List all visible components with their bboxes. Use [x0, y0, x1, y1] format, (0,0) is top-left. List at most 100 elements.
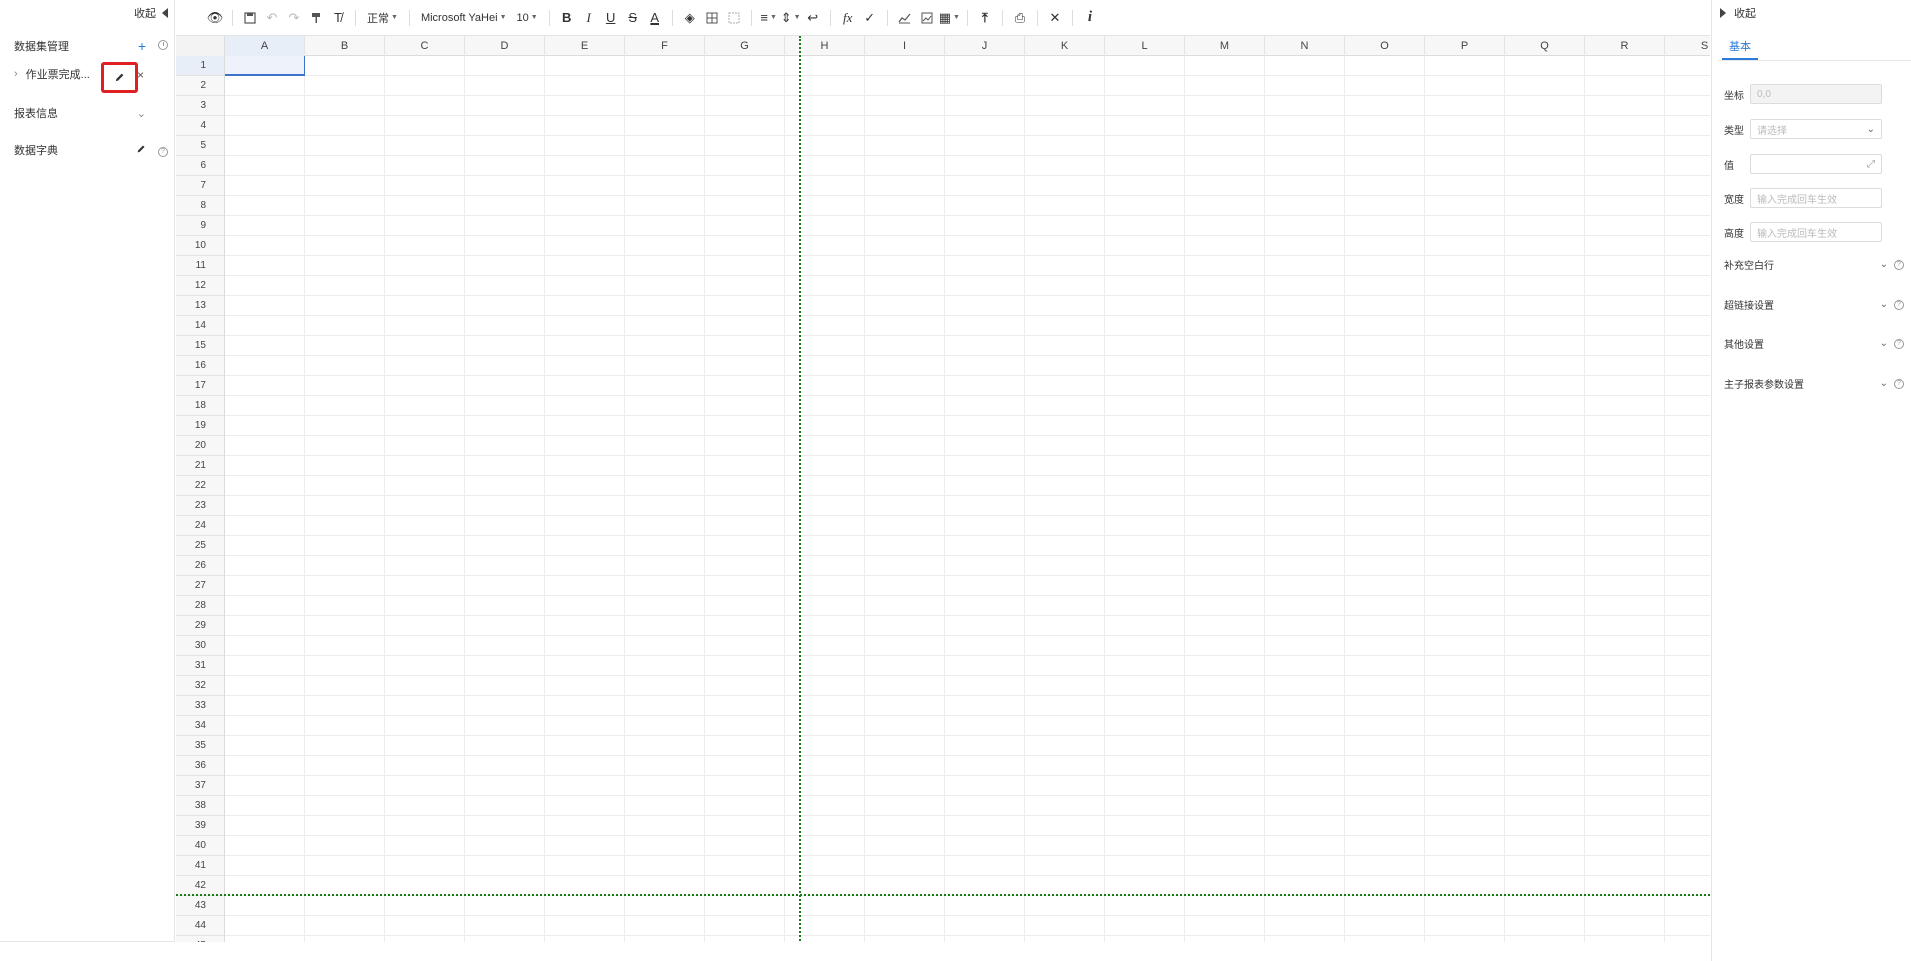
data-validation-icon[interactable]: ✓	[860, 7, 880, 29]
row-header[interactable]: 26	[176, 556, 224, 576]
section-other-settings[interactable]: 其他设置 ⌄ ?	[1724, 336, 1904, 351]
column-header[interactable]: D	[465, 36, 545, 56]
row-header[interactable]: 43	[176, 896, 224, 916]
row-header[interactable]: 27	[176, 576, 224, 596]
section-hyperlink-settings[interactable]: 超链接设置 ⌄ ?	[1724, 297, 1904, 312]
help-icon[interactable]: ?	[1894, 378, 1904, 389]
redo-icon[interactable]: ↷	[284, 7, 304, 29]
edit-dataset-button[interactable]	[101, 62, 138, 93]
column-header[interactable]: J	[945, 36, 1025, 56]
cell-area[interactable]	[225, 56, 1710, 942]
column-header[interactable]: A	[225, 36, 305, 56]
height-input[interactable]: 输入完成回车生效	[1750, 222, 1882, 242]
underline-icon[interactable]: U	[601, 7, 621, 29]
row-header[interactable]: 13	[176, 296, 224, 316]
selected-cell[interactable]	[225, 56, 305, 76]
column-header[interactable]: M	[1185, 36, 1265, 56]
row-header[interactable]: 20	[176, 436, 224, 456]
remove-dataset-icon[interactable]: ×	[137, 68, 144, 82]
column-header[interactable]: L	[1105, 36, 1185, 56]
font-family-select[interactable]: Microsoft YaHei ▼	[417, 7, 511, 29]
row-header[interactable]: 38	[176, 796, 224, 816]
row-header[interactable]: 41	[176, 856, 224, 876]
bold-icon[interactable]: B	[557, 7, 577, 29]
font-size-select[interactable]: 10 ▼	[513, 7, 542, 29]
merge-cells-icon[interactable]	[724, 7, 744, 29]
row-header[interactable]: 32	[176, 676, 224, 696]
column-header[interactable]: N	[1265, 36, 1345, 56]
help-icon[interactable]: ?	[1894, 338, 1904, 349]
tools-icon[interactable]: ✕	[1045, 7, 1065, 29]
column-header[interactable]: H	[785, 36, 865, 56]
width-input[interactable]: 输入完成回车生效	[1750, 188, 1882, 208]
row-header[interactable]: 17	[176, 376, 224, 396]
row-header[interactable]: 8	[176, 196, 224, 216]
row-header[interactable]: 45	[176, 936, 224, 942]
save-icon[interactable]	[240, 7, 260, 29]
clear-format-icon[interactable]: T̸	[328, 7, 348, 29]
row-header[interactable]: 44	[176, 916, 224, 936]
column-header[interactable]: F	[625, 36, 705, 56]
section-fill-blank-rows[interactable]: 补充空白行 ⌄ ?	[1724, 257, 1904, 272]
fill-color-icon[interactable]: ◈	[680, 7, 700, 29]
row-header[interactable]: 9	[176, 216, 224, 236]
row-header[interactable]: 21	[176, 456, 224, 476]
add-dataset-icon[interactable]: +	[138, 38, 146, 54]
row-header[interactable]: 18	[176, 396, 224, 416]
image-icon[interactable]	[917, 7, 937, 29]
chevron-down-icon[interactable]: ⌄	[137, 107, 146, 120]
italic-icon[interactable]: I	[579, 7, 599, 29]
undo-icon[interactable]: ↶	[262, 7, 282, 29]
edit-dictionary-icon[interactable]	[136, 144, 146, 157]
row-header[interactable]: 6	[176, 156, 224, 176]
row-header[interactable]: 25	[176, 536, 224, 556]
column-header[interactable]: R	[1585, 36, 1665, 56]
select-all-corner[interactable]	[176, 36, 225, 56]
row-header[interactable]: 42	[176, 876, 224, 896]
row-header[interactable]: 4	[176, 116, 224, 136]
qrcode-icon[interactable]: ▦ ▼	[939, 7, 960, 29]
type-select[interactable]: 请选择 ⌄	[1750, 119, 1882, 139]
row-header[interactable]: 31	[176, 656, 224, 676]
row-header[interactable]: 2	[176, 76, 224, 96]
print-icon[interactable]: ⎙	[1010, 7, 1030, 29]
row-header[interactable]: 15	[176, 336, 224, 356]
row-header[interactable]: 5	[176, 136, 224, 156]
column-header[interactable]: P	[1425, 36, 1505, 56]
horizontal-align-icon[interactable]: ≡ ▼	[759, 7, 779, 29]
row-header[interactable]: 3	[176, 96, 224, 116]
row-header[interactable]: 22	[176, 476, 224, 496]
history-icon[interactable]	[158, 39, 168, 53]
font-color-icon[interactable]: A	[645, 7, 665, 29]
number-format-select[interactable]: 正常 ▼	[363, 7, 402, 29]
spreadsheet-grid[interactable]: ABCDEFGHIJKLMNOPQRS 1 2 3 4 5 6 7 8 9 10 11 12 13 14 1…	[176, 36, 1710, 942]
row-header[interactable]: 34	[176, 716, 224, 736]
info-icon[interactable]: i	[1080, 7, 1100, 29]
column-header[interactable]: C	[385, 36, 465, 56]
column-header[interactable]: B	[305, 36, 385, 56]
row-header[interactable]: 37	[176, 776, 224, 796]
row-header[interactable]: 29	[176, 616, 224, 636]
row-header[interactable]: 1	[176, 56, 224, 76]
left-collapse-button[interactable]: 收起	[134, 5, 168, 21]
column-header[interactable]: I	[865, 36, 945, 56]
row-header[interactable]: 10	[176, 236, 224, 256]
text-wrap-icon[interactable]: ↩	[803, 7, 823, 29]
section-master-sub-report-params[interactable]: 主子报表参数设置 ⌄ ?	[1724, 376, 1904, 391]
column-header[interactable]: G	[705, 36, 785, 56]
chart-icon[interactable]	[895, 7, 915, 29]
row-header[interactable]: 7	[176, 176, 224, 196]
help-icon[interactable]: ?	[1894, 299, 1904, 310]
value-input[interactable]: ⤢	[1750, 154, 1882, 174]
column-header[interactable]: K	[1025, 36, 1105, 56]
column-header[interactable]: Q	[1505, 36, 1585, 56]
row-header[interactable]: 28	[176, 596, 224, 616]
format-painter-icon[interactable]	[306, 7, 326, 29]
row-header[interactable]: 12	[176, 276, 224, 296]
help-icon[interactable]: ?	[158, 144, 168, 157]
column-header[interactable]: O	[1345, 36, 1425, 56]
row-header[interactable]: 14	[176, 316, 224, 336]
vertical-align-icon[interactable]: ⇕ ▼	[781, 7, 801, 29]
chevron-right-icon[interactable]: ›	[14, 68, 18, 80]
strikethrough-icon[interactable]: S	[623, 7, 643, 29]
